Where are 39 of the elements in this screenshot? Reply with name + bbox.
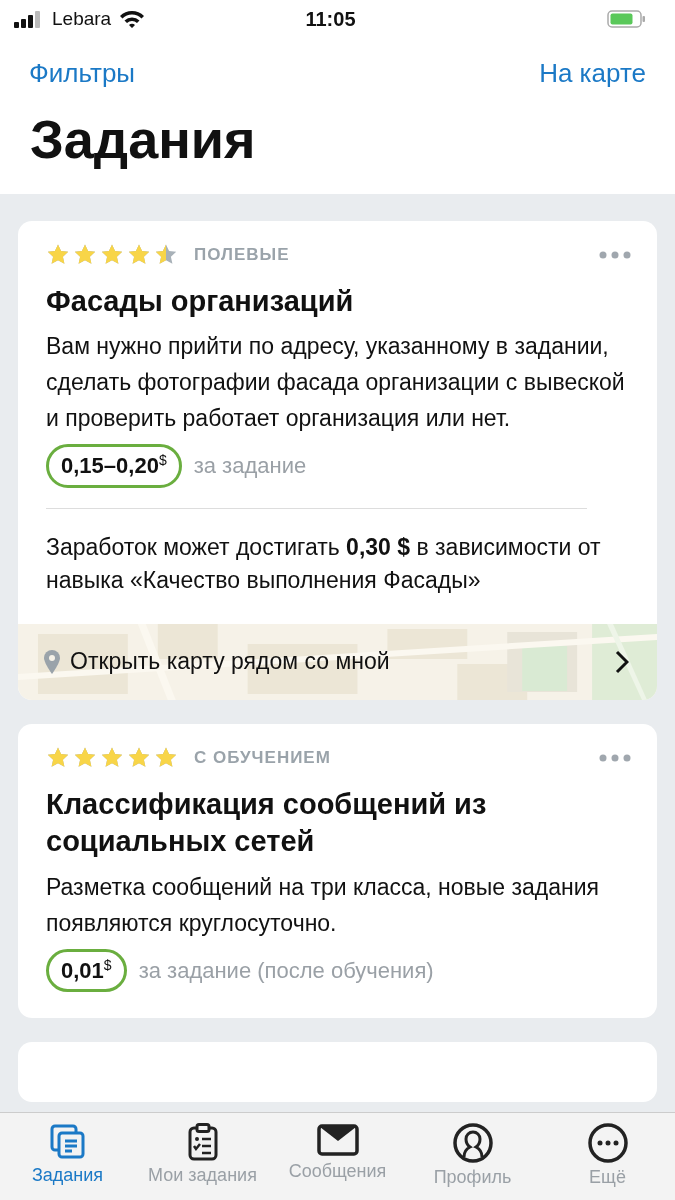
chevron-right-icon[interactable] (615, 649, 629, 674)
price-badge: 0,01$^{$}$ (46, 948, 127, 993)
open-map-link[interactable]: Открыть карту рядом со мной (70, 648, 390, 675)
more-options-icon[interactable] (599, 753, 631, 762)
map-link[interactable]: На карте (539, 58, 646, 89)
task-card[interactable] (18, 220, 657, 700)
more-icon (587, 1123, 628, 1163)
star-icon (154, 746, 178, 769)
battery-icon (607, 10, 647, 28)
price-note: за задание (193, 453, 307, 480)
tab-item[interactable]: Задания (2, 1123, 133, 1200)
task-title: Фасады организаций (46, 283, 355, 319)
tab-item[interactable]: Ещё (542, 1123, 673, 1200)
task-title: Классификация сообщений из социальных сетей (46, 786, 488, 860)
tab-item[interactable]: Сообщения (272, 1123, 403, 1200)
carrier-name: Lebara (52, 8, 112, 30)
tab-item[interactable]: Мои задания (137, 1123, 268, 1200)
star-icon (127, 746, 151, 769)
more-options-icon[interactable] (599, 250, 631, 259)
price-note: за задание (после обучения) (138, 957, 434, 984)
star-icon (100, 746, 124, 769)
price-badge: 0,15–0,20$^{$}$ (46, 444, 182, 488)
task-card[interactable]: С ОБУЧЕНИЕМ Классификация сообщений из социальных сетей Разметка сообщений на три класса, новые задания появляются круглосуточно. 0,01$^{$}$ за задание (после обучения) (18, 723, 657, 1019)
cards-icon (48, 1123, 87, 1161)
task-description: Вам нужно прийти по адресу, указанному в задании, сделать фотографии фасада организации с вывеской и проверить работает организация или нет. (46, 332, 626, 434)
tab-item[interactable]: Профиль (407, 1123, 538, 1200)
status-time: 11:05 (305, 7, 356, 31)
location-pin-icon (44, 649, 60, 674)
star-icon (73, 746, 97, 769)
wifi-icon (119, 9, 146, 29)
task-category: ПОЛЕВЫЕ (194, 244, 290, 265)
filters-link[interactable]: Фильтры (29, 58, 136, 89)
earnings-text: Заработок может достигать 0,30 $ в зависимости от навыка «Качество выполнения Фасады» (46, 532, 602, 596)
page-title: Задания (30, 108, 257, 171)
envelope-icon (316, 1123, 359, 1157)
star-icon (46, 746, 70, 769)
task-description: Разметка сообщений на три класса, новые задания появляются круглосуточно. (46, 872, 601, 938)
task-category: С ОБУЧЕНИЕМ (194, 747, 331, 768)
profile-icon (452, 1123, 493, 1163)
